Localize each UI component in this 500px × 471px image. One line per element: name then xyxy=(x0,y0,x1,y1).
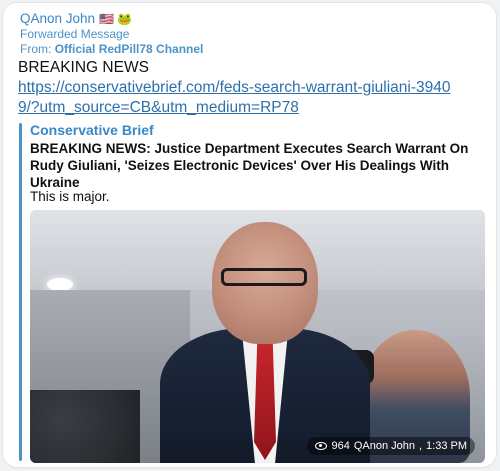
forwarded-label: Forwarded Message xyxy=(20,27,130,41)
photo-tie xyxy=(254,340,276,460)
forwarded-from[interactable]: From: Official RedPill78 Channel xyxy=(20,42,203,56)
eye-icon xyxy=(315,442,328,450)
message-bubble: QAnon John 🇺🇸 🐸 Forwarded Message From: O… xyxy=(3,3,496,467)
link-preview-site[interactable]: Conservative Brief xyxy=(30,122,154,138)
forwarded-channel-name: Official RedPill78 Channel xyxy=(54,42,204,56)
view-count: 964 xyxy=(331,440,350,452)
link-preview-title[interactable]: BREAKING NEWS: Justice Department Execut… xyxy=(30,140,480,191)
link-preview-description: This is major. xyxy=(30,189,110,204)
link-preview-image[interactable]: 964 QAnon John, 1:33 PM xyxy=(30,210,485,463)
forwarded-prefix: From: xyxy=(20,42,52,56)
message-link[interactable]: https://conservativebrief.com/feds-searc… xyxy=(18,78,458,118)
photo-crowd xyxy=(30,390,140,463)
photo-glasses xyxy=(221,268,307,286)
sender-emojis: 🇺🇸 🐸 xyxy=(99,12,133,26)
message-meta: 964 QAnon John, 1:33 PM xyxy=(307,437,475,455)
message-time: 1:33 PM xyxy=(426,440,467,452)
link-preview-bar xyxy=(19,123,22,461)
sender-name[interactable]: QAnon John 🇺🇸 🐸 xyxy=(20,11,132,26)
message-text: BREAKING NEWS xyxy=(18,59,149,76)
meta-author: QAnon John xyxy=(353,440,415,452)
sender-name-label: QAnon John xyxy=(20,11,96,26)
